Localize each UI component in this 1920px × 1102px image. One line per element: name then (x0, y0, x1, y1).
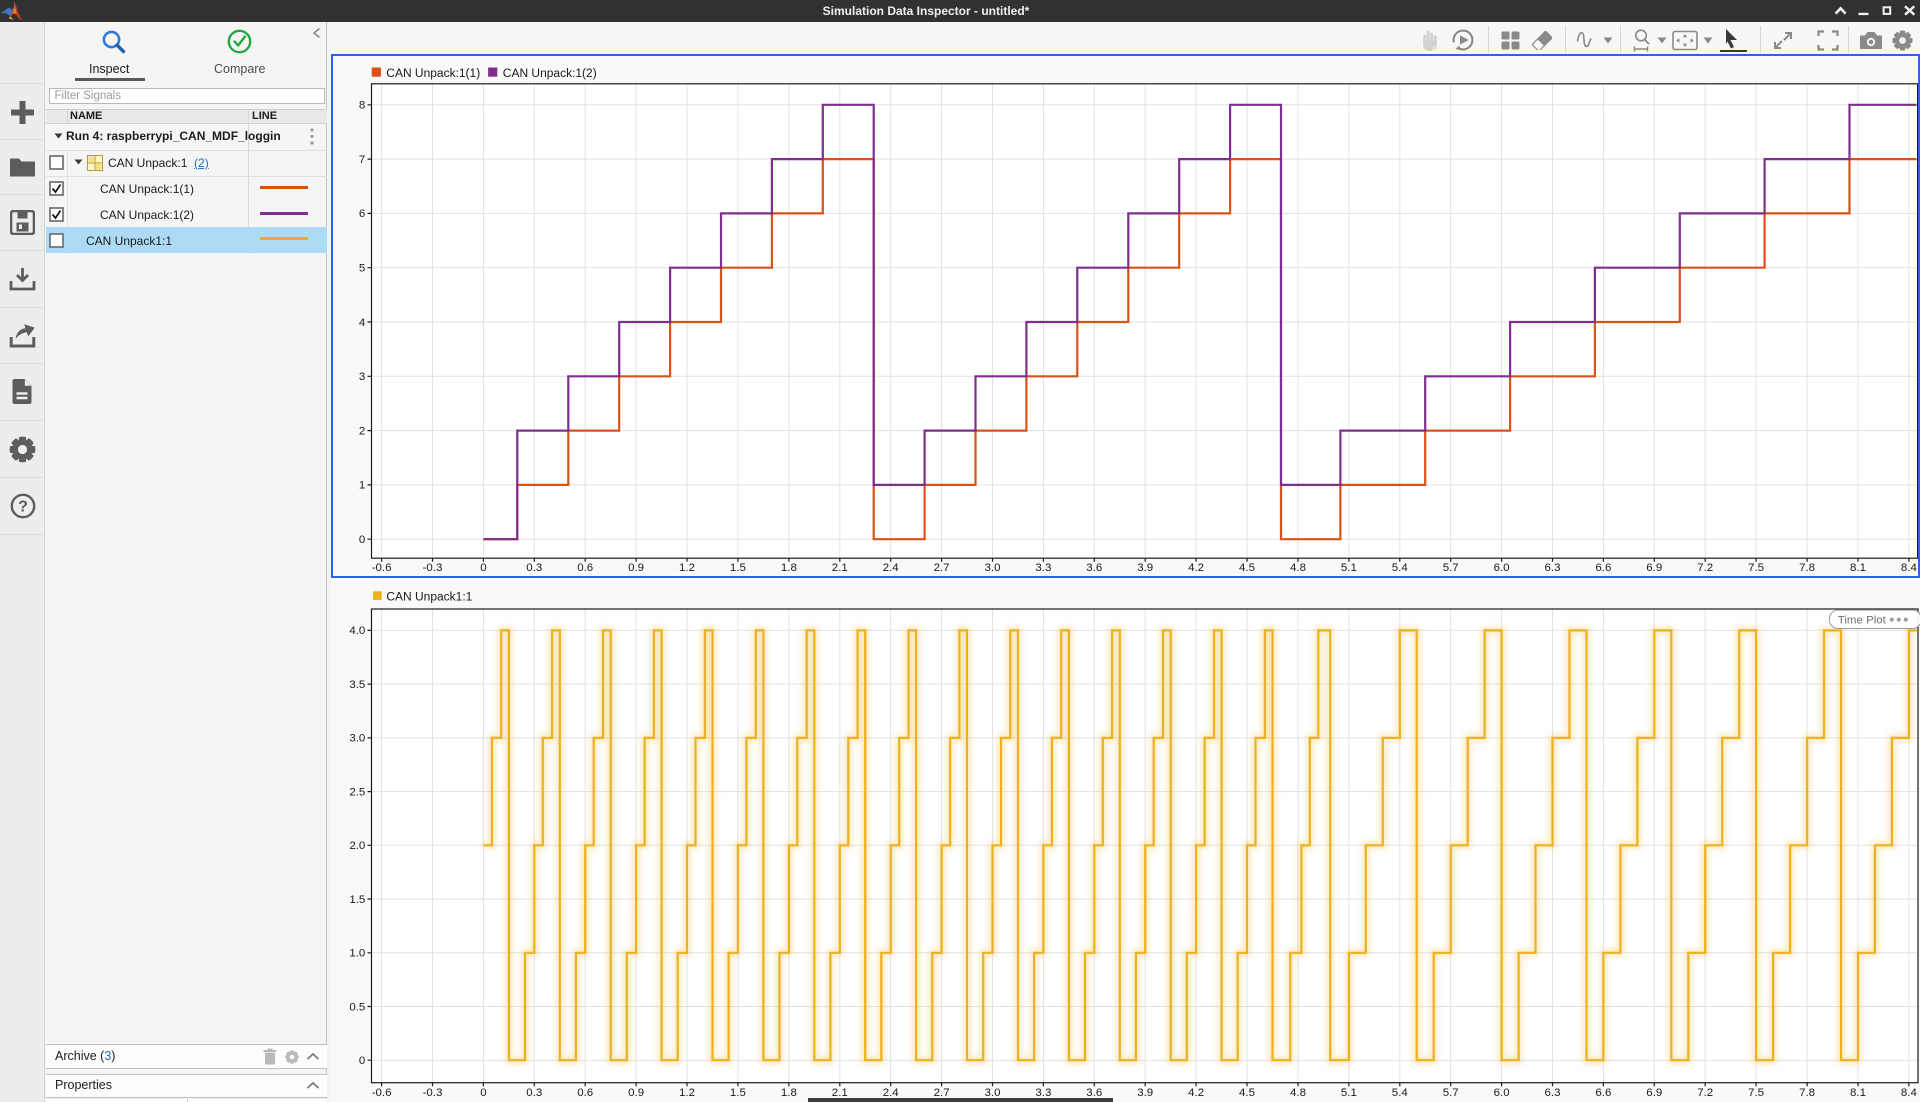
svg-text:1.0: 1.0 (350, 947, 366, 959)
svg-text:5.4: 5.4 (1392, 1087, 1409, 1099)
svg-text:-0.6: -0.6 (372, 562, 392, 574)
svg-text:7.2: 7.2 (1697, 562, 1713, 574)
svg-text:0.3: 0.3 (527, 1087, 543, 1099)
svg-text:1.5: 1.5 (730, 1087, 746, 1099)
svg-text:-0.3: -0.3 (423, 562, 443, 574)
svg-text:2.5: 2.5 (350, 786, 366, 798)
svg-text:3.9: 3.9 (1137, 562, 1153, 574)
svg-text:6.9: 6.9 (1647, 1087, 1663, 1099)
svg-text:-0.3: -0.3 (423, 1087, 443, 1099)
svg-text:0: 0 (480, 562, 486, 574)
svg-text:0.5: 0.5 (350, 1001, 366, 1013)
svg-text:3: 3 (359, 371, 365, 383)
svg-text:7.5: 7.5 (1748, 1087, 1764, 1099)
svg-text:0.6: 0.6 (577, 1087, 593, 1099)
svg-text:5.1: 5.1 (1341, 562, 1357, 574)
svg-text:5.1: 5.1 (1341, 1087, 1357, 1099)
svg-text:3.0: 3.0 (350, 733, 366, 745)
svg-text:2.1: 2.1 (832, 562, 848, 574)
svg-text:7: 7 (359, 154, 365, 166)
svg-text:6.6: 6.6 (1596, 562, 1612, 574)
svg-text:0: 0 (359, 1055, 365, 1067)
svg-text:3.3: 3.3 (1036, 562, 1052, 574)
svg-text:1.2: 1.2 (679, 1087, 695, 1099)
svg-text:0.3: 0.3 (527, 562, 543, 574)
svg-text:7.5: 7.5 (1748, 562, 1764, 574)
svg-text:2.4: 2.4 (883, 562, 900, 574)
svg-text:1.5: 1.5 (350, 894, 366, 906)
svg-text:7.8: 7.8 (1799, 1087, 1815, 1099)
svg-text:5.7: 5.7 (1443, 1087, 1459, 1099)
svg-text:2: 2 (359, 426, 365, 438)
svg-text:6.6: 6.6 (1596, 1087, 1612, 1099)
svg-text:8.1: 8.1 (1850, 1087, 1866, 1099)
svg-text:8.4: 8.4 (1901, 562, 1918, 574)
svg-text:0: 0 (359, 534, 365, 546)
svg-text:2.7: 2.7 (934, 562, 950, 574)
svg-text:5.7: 5.7 (1443, 562, 1459, 574)
svg-text:?: ? (18, 498, 28, 515)
svg-text:4.8: 4.8 (1290, 1087, 1306, 1099)
svg-text:6.9: 6.9 (1646, 562, 1662, 574)
svg-text:6: 6 (359, 208, 365, 220)
svg-text:5: 5 (359, 263, 365, 275)
svg-text:Time Plot: Time Plot (1838, 615, 1887, 627)
svg-text:0.9: 0.9 (628, 1087, 644, 1099)
svg-text:CAN Unpack:1(1): CAN Unpack:1(1) (386, 66, 480, 80)
svg-text:4.0: 4.0 (350, 625, 366, 637)
svg-text:1.8: 1.8 (781, 562, 797, 574)
svg-text:6.3: 6.3 (1545, 562, 1561, 574)
svg-text:8.1: 8.1 (1850, 562, 1866, 574)
svg-text:0: 0 (480, 1087, 486, 1099)
svg-text:0.9: 0.9 (628, 562, 644, 574)
svg-text:4.8: 4.8 (1290, 562, 1306, 574)
svg-text:CAN Unpack1:1: CAN Unpack1:1 (387, 590, 473, 604)
svg-text:3.9: 3.9 (1137, 1087, 1153, 1099)
svg-text:-0.6: -0.6 (372, 1087, 392, 1099)
svg-text:CAN Unpack:1(2): CAN Unpack:1(2) (503, 66, 597, 80)
svg-text:1.8: 1.8 (781, 1087, 797, 1099)
svg-text:3.0: 3.0 (985, 562, 1001, 574)
svg-text:8: 8 (359, 100, 365, 112)
svg-text:4.2: 4.2 (1188, 562, 1204, 574)
svg-text:6.3: 6.3 (1545, 1087, 1561, 1099)
svg-text:4.5: 4.5 (1239, 1087, 1255, 1099)
svg-text:1.5: 1.5 (730, 562, 746, 574)
svg-text:7.2: 7.2 (1697, 1087, 1713, 1099)
svg-text:4.5: 4.5 (1239, 562, 1255, 574)
svg-text:1: 1 (359, 480, 365, 492)
svg-text:6.0: 6.0 (1494, 562, 1510, 574)
svg-text:3.5: 3.5 (350, 679, 366, 691)
svg-text:6.0: 6.0 (1494, 1087, 1510, 1099)
svg-text:3.6: 3.6 (1087, 562, 1103, 574)
svg-text:8.4: 8.4 (1901, 1087, 1918, 1099)
svg-text:7.8: 7.8 (1799, 562, 1815, 574)
svg-text:2.0: 2.0 (350, 840, 366, 852)
svg-text:1.2: 1.2 (679, 562, 695, 574)
svg-text:5.4: 5.4 (1392, 562, 1409, 574)
svg-text:4: 4 (359, 317, 366, 329)
svg-text:4.2: 4.2 (1188, 1087, 1204, 1099)
svg-text:0.6: 0.6 (577, 562, 593, 574)
